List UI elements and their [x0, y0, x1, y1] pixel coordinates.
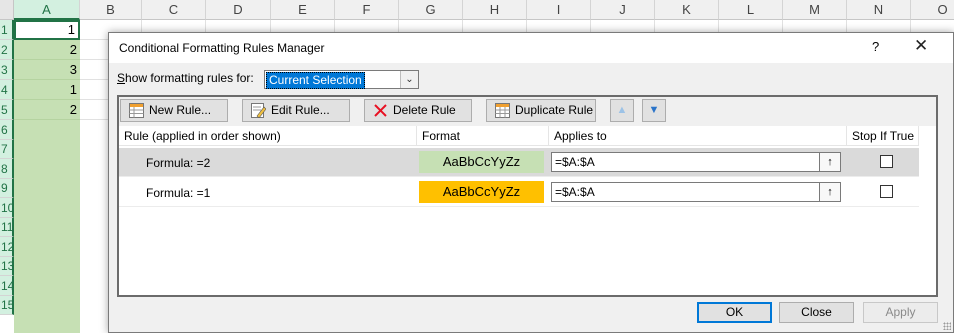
applies-to-input[interactable]: =$A:$A [551, 152, 841, 172]
move-up-button[interactable]: ▲ [610, 99, 634, 122]
show-rules-dropdown[interactable]: Current Selection ⌄ [264, 70, 419, 89]
edit-rule-button[interactable]: Edit Rule... [242, 99, 350, 122]
edit-rule-label: Edit Rule... [271, 103, 330, 117]
row-header-15[interactable]: 15 [0, 296, 14, 315]
column-header-c[interactable]: C [142, 0, 206, 20]
stop-if-true-checkbox[interactable] [880, 185, 893, 198]
show-rules-label: Show formatting rules for: [117, 71, 254, 85]
row-header-9[interactable]: 9 [0, 179, 14, 198]
row-header-1[interactable]: 1 [0, 20, 14, 40]
help-button[interactable]: ? [872, 39, 879, 54]
new-rule-button[interactable]: New Rule... [120, 99, 228, 122]
row-divider [119, 176, 919, 177]
resize-grip-icon[interactable] [943, 322, 951, 330]
column-rule: Rule (applied in order shown) [119, 126, 417, 146]
chevron-down-icon[interactable]: ⌄ [400, 71, 418, 88]
duplicate-rule-button[interactable]: Duplicate Rule [486, 99, 596, 122]
column-a-highlight[interactable] [14, 120, 80, 333]
column-header-j[interactable]: J [591, 0, 655, 20]
column-header-f[interactable]: F [335, 0, 399, 20]
show-rules-selected-value: Current Selection [266, 72, 365, 89]
column-header-e[interactable]: E [271, 0, 335, 20]
row-header-7[interactable]: 7 [0, 140, 14, 159]
column-header-h[interactable]: H [463, 0, 527, 20]
row-divider [119, 206, 919, 207]
row-header-2[interactable]: 2 [0, 40, 14, 60]
row-header-8[interactable]: 8 [0, 159, 14, 179]
column-headers: A B C D E F G H I J K L M N O [0, 0, 954, 20]
apply-button[interactable]: Apply [863, 302, 938, 323]
duplicate-rule-icon [495, 103, 510, 118]
delete-rule-button[interactable]: Delete Rule [364, 99, 472, 122]
cell-a2[interactable]: 2 [14, 40, 80, 60]
column-format: Format [417, 126, 549, 146]
format-preview: AaBbCcYyZz [419, 151, 544, 173]
column-header-a[interactable]: A [14, 0, 80, 20]
chevron-up-icon: ▲ [616, 104, 628, 116]
range-select-icon[interactable]: ↑ [819, 152, 841, 172]
range-select-icon[interactable]: ↑ [819, 182, 841, 202]
row-header-13[interactable]: 13 [0, 257, 14, 276]
chevron-down-icon: ▼ [648, 104, 660, 116]
dialog-titlebar[interactable]: Conditional Formatting Rules Manager ? ✕ [109, 33, 953, 63]
row-header-10[interactable]: 10 [0, 198, 14, 218]
rule-row[interactable]: Formula: =1 AaBbCcYyZz =$A:$A ↑ [119, 178, 919, 206]
column-header-o[interactable]: O [911, 0, 954, 20]
show-rules-label-text: how formatting rules for: [125, 71, 254, 85]
conditional-formatting-dialog: Conditional Formatting Rules Manager ? ✕… [108, 32, 954, 333]
column-header-m[interactable]: M [783, 0, 847, 20]
select-all-corner[interactable] [0, 0, 14, 20]
column-applies-to: Applies to [549, 126, 847, 146]
cell-a5[interactable]: 2 [14, 100, 80, 120]
move-down-button[interactable]: ▼ [642, 99, 666, 122]
column-header-n[interactable]: N [847, 0, 911, 20]
cell-a1[interactable]: 1 [14, 20, 80, 40]
delete-icon [374, 104, 387, 117]
rule-row[interactable]: Formula: =2 AaBbCcYyZz =$A:$A ↑ [119, 148, 919, 176]
close-icon[interactable]: ✕ [914, 36, 928, 56]
row-header-12[interactable]: 12 [0, 237, 14, 257]
new-rule-label: New Rule... [149, 103, 212, 117]
row-header-5[interactable]: 5 [0, 100, 14, 120]
edit-rule-icon [251, 103, 266, 118]
ok-button[interactable]: OK [697, 302, 772, 323]
row-header-14[interactable]: 14 [0, 276, 14, 296]
column-header-d[interactable]: D [206, 0, 271, 20]
duplicate-rule-label: Duplicate Rule [515, 103, 594, 117]
cell-a3[interactable]: 3 [14, 60, 80, 80]
rules-list-panel: New Rule... Edit Rule... Delete Rule Dup… [117, 95, 938, 297]
delete-rule-label: Delete Rule [393, 103, 456, 117]
dialog-title: Conditional Formatting Rules Manager [119, 41, 325, 55]
rule-name: Formula: =1 [146, 186, 211, 200]
row-header-4[interactable]: 4 [0, 80, 14, 100]
column-header-l[interactable]: L [719, 0, 783, 20]
column-stop-if-true: Stop If True [847, 126, 919, 146]
column-header-g[interactable]: G [399, 0, 463, 20]
column-header-b[interactable]: B [80, 0, 142, 20]
rule-name: Formula: =2 [146, 156, 211, 170]
applies-to-input[interactable]: =$A:$A [551, 182, 841, 202]
row-header-11[interactable]: 11 [0, 218, 14, 237]
column-header-i[interactable]: I [527, 0, 591, 20]
new-rule-icon [129, 103, 144, 118]
row-header-6[interactable]: 6 [0, 120, 14, 140]
column-header-k[interactable]: K [655, 0, 719, 20]
row-header-3[interactable]: 3 [0, 60, 14, 80]
stop-if-true-checkbox[interactable] [880, 155, 893, 168]
close-button[interactable]: Close [779, 302, 854, 323]
rules-table-header: Rule (applied in order shown) Format App… [119, 126, 936, 146]
rules-toolbar: New Rule... Edit Rule... Delete Rule Dup… [119, 97, 936, 127]
format-preview: AaBbCcYyZz [419, 181, 544, 203]
cell-a4[interactable]: 1 [14, 80, 80, 100]
